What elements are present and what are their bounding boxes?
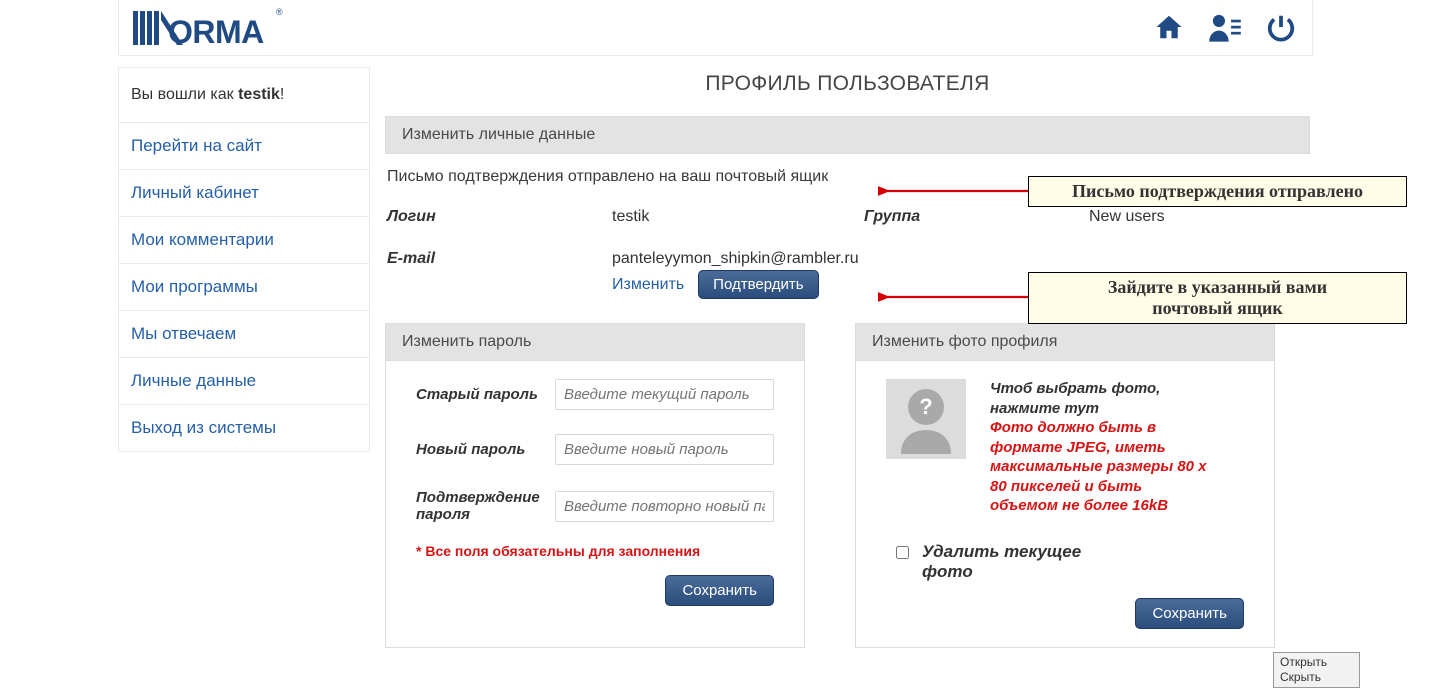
panel-change-password-header: Изменить пароль [386, 324, 804, 361]
callout-email-sent: Письмо подтверждения отправлено [1028, 176, 1407, 207]
group-value: New users [1089, 208, 1308, 226]
sidebar-item-account[interactable]: Личный кабинет [119, 169, 369, 216]
photo-instructions: Чтоб выбрать фото, нажмите тут Фото долж… [990, 379, 1210, 516]
email-confirm-button[interactable]: Подтвердить [698, 270, 818, 299]
header: ORMA ® [118, 0, 1313, 56]
panel-change-password: Изменить пароль Старый пароль Новый паро… [385, 323, 805, 648]
sidebar-item-logout[interactable]: Выход из системы [119, 404, 369, 451]
sidebar-item-goto-site[interactable]: Перейти на сайт [119, 123, 369, 169]
save-photo-button[interactable]: Сохранить [1135, 598, 1244, 629]
required-fields-note: * Все поля обязательны для заполнения [416, 543, 774, 559]
choose-photo-link[interactable]: Чтоб выбрать фото, нажмите тут [990, 379, 1210, 418]
svg-text:®: ® [276, 7, 283, 17]
logo[interactable]: ORMA ® [133, 7, 283, 49]
section-personal-data-header: Изменить личные данные [385, 116, 1310, 154]
panel-change-photo: Изменить фото профиля ? Чтоб выбрать фот… [855, 323, 1275, 648]
panel-change-photo-header: Изменить фото профиля [856, 324, 1274, 361]
email-label: E-mail [387, 250, 612, 299]
main: ПРОФИЛЬ ПОЛЬЗОВАТЕЛЯ Изменить личные дан… [385, 72, 1310, 648]
power-icon[interactable] [1264, 10, 1298, 44]
sidebar-item-my-programs[interactable]: Мои программы [119, 263, 369, 310]
sidebar-menu: Перейти на сайт Личный кабинет Мои комме… [118, 123, 370, 452]
old-password-label: Старый пароль [416, 386, 555, 403]
confirm-password-input[interactable] [555, 491, 774, 522]
login-value: testik [612, 208, 864, 226]
user-menu-icon[interactable] [1208, 10, 1242, 44]
new-password-input[interactable] [555, 434, 774, 465]
sidebar: Вы вошли как testik! Перейти на сайт Лич… [118, 67, 370, 452]
sidebar-logged-in: Вы вошли как testik! [118, 67, 370, 123]
popup-hide-link[interactable]: Скрыть [1280, 670, 1353, 685]
svg-text:?: ? [919, 394, 932, 419]
delete-photo-checkbox[interactable] [896, 546, 909, 559]
confirm-password-label: Подтверждение пароля [416, 489, 555, 523]
login-label: Логин [387, 208, 612, 226]
popup-open-link[interactable]: Открыть [1280, 655, 1353, 670]
sidebar-item-we-answer[interactable]: Мы отвечаем [119, 310, 369, 357]
save-password-button[interactable]: Сохранить [665, 575, 774, 606]
group-label: Группа [864, 208, 1089, 226]
avatar-placeholder[interactable]: ? [886, 379, 966, 459]
logged-in-username: testik [238, 86, 280, 103]
page-title: ПРОФИЛЬ ПОЛЬЗОВАТЕЛЯ [385, 72, 1310, 96]
old-password-input[interactable] [555, 379, 774, 410]
email-value: panteleyymon_shipkin@rambler.ru [612, 250, 859, 268]
bottom-popup: Открыть Скрыть [1273, 652, 1360, 688]
photo-format-warning: Фото должно быть в формате JPEG, иметь м… [990, 418, 1210, 516]
email-edit-link[interactable]: Изменить [612, 276, 684, 294]
sidebar-item-personal-data[interactable]: Личные данные [119, 357, 369, 404]
callout-goto-mailbox: Зайдите в указанный вами почтовый ящик [1028, 272, 1407, 324]
delete-photo-label: Удалить текущее фото [922, 542, 1082, 582]
home-icon[interactable] [1152, 10, 1186, 44]
sidebar-item-my-comments[interactable]: Мои комментарии [119, 216, 369, 263]
new-password-label: Новый пароль [416, 441, 555, 458]
svg-text:ORMA: ORMA [168, 14, 264, 49]
logged-in-prefix: Вы вошли как [131, 86, 238, 103]
